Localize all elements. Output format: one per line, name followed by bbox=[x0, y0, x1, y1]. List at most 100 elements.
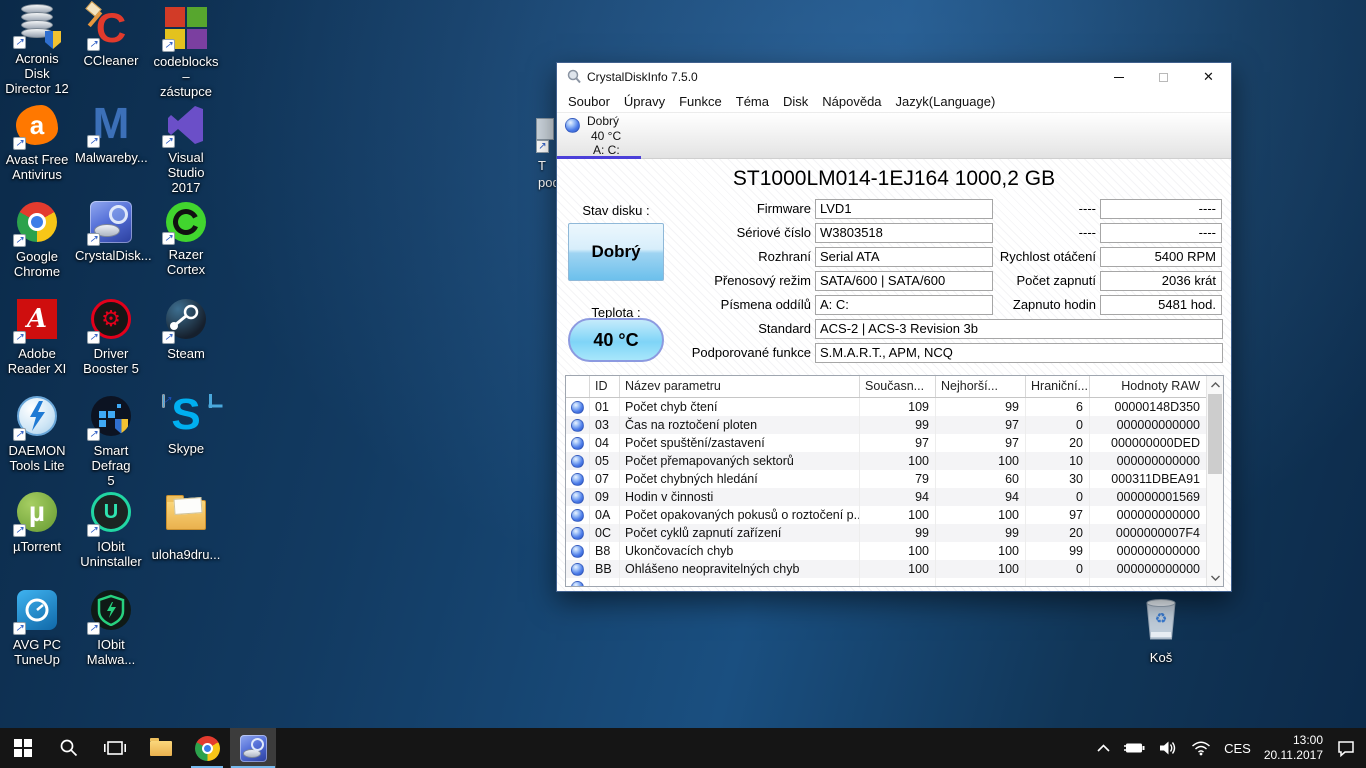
avast-icon: a↗ bbox=[13, 105, 61, 149]
desktop-icon-avast[interactable]: a↗ Avast Free Antivirus bbox=[1, 103, 73, 183]
battery-charging-icon bbox=[1123, 741, 1145, 755]
smart-row[interactable]: 04Počet spuštění/zastavení97972000000000… bbox=[566, 434, 1223, 452]
icon-label: Acronis Disk Director 12 bbox=[1, 52, 73, 97]
desktop-icon-acronis[interactable]: ↗ Acronis Disk Director 12 bbox=[1, 6, 73, 97]
smart-row[interactable]: 01Počet chyb čtení10999600000148D350 bbox=[566, 398, 1223, 416]
minimize-button[interactable] bbox=[1096, 63, 1141, 91]
health-dot-icon bbox=[571, 491, 584, 504]
recycle-bin[interactable]: ♻ Koš bbox=[1130, 596, 1192, 666]
start-button[interactable] bbox=[0, 728, 46, 768]
col-current[interactable]: Současn... bbox=[860, 376, 936, 397]
desktop-icon-folder-uloha9dru[interactable]: uloha9dru... bbox=[150, 490, 222, 563]
desktop-icon-ccleaner[interactable]: C↗ CCleaner bbox=[75, 6, 147, 69]
task-view-button[interactable] bbox=[92, 728, 138, 768]
smart-row[interactable]: 05Počet přemapovaných sektorů10010010000… bbox=[566, 452, 1223, 470]
desktop-icon-smart-defrag[interactable]: ↗ Smart Defrag 5 bbox=[75, 394, 147, 489]
desktop-icon-steam[interactable]: ↗ Steam bbox=[150, 297, 222, 362]
menu-upravy[interactable]: Úpravy bbox=[617, 94, 672, 109]
razer-cortex-icon: ↗ bbox=[162, 200, 210, 244]
clock-time: 13:00 bbox=[1293, 733, 1323, 748]
maximize-button[interactable] bbox=[1141, 63, 1186, 91]
col-threshold[interactable]: Hraniční... bbox=[1026, 376, 1090, 397]
search-button[interactable] bbox=[46, 728, 92, 768]
desktop-icon-iobit-uninstaller[interactable]: U↗ IObit Uninstaller bbox=[75, 490, 147, 570]
close-button[interactable]: ✕ bbox=[1186, 63, 1231, 91]
menu-napoveda[interactable]: Nápověda bbox=[815, 94, 888, 109]
clock-date: 20.11.2017 bbox=[1264, 748, 1323, 763]
shortcut-arrow-icon: ↗ bbox=[13, 428, 26, 441]
desktop-icon-utorrent[interactable]: µ↗ µTorrent bbox=[1, 490, 73, 555]
crystaldiskinfo-window: CrystalDiskInfo 7.5.0 ✕ Soubor Úpravy Fu… bbox=[556, 62, 1232, 592]
ccleaner-icon: C↗ bbox=[87, 6, 135, 50]
health-dot-icon bbox=[571, 401, 584, 414]
smart-row[interactable]: 09Hodin v činnosti94940000000001569 bbox=[566, 488, 1223, 506]
svg-text:♻: ♻ bbox=[1155, 610, 1168, 626]
chevron-up-icon bbox=[1097, 744, 1110, 753]
col-worst[interactable]: Nejhorší... bbox=[936, 376, 1026, 397]
smart-row-partial[interactable] bbox=[566, 578, 1223, 587]
scroll-down-icon[interactable] bbox=[1207, 569, 1223, 586]
avg-tuneup-icon: ↗ bbox=[13, 590, 61, 634]
shortcut-arrow-icon: ↗ bbox=[13, 234, 26, 247]
col-id[interactable]: ID bbox=[590, 376, 620, 397]
icon-label: Avast Free Antivirus bbox=[1, 153, 73, 183]
smart-row[interactable]: 07Počet chybných hledání796030000311DBEA… bbox=[566, 470, 1223, 488]
desktop-icon-malwarebytes[interactable]: M↗ Malwareby... bbox=[75, 103, 147, 166]
chrome-taskbar-button[interactable] bbox=[184, 728, 230, 768]
smart-row[interactable]: BBOhlášeno neopravitelných chyb100100000… bbox=[566, 560, 1223, 578]
chrome-icon bbox=[195, 736, 220, 761]
smart-row[interactable]: B8Ukončovacích chyb10010099000000000000 bbox=[566, 542, 1223, 560]
desktop-icon-codeblocks[interactable]: ↗ codeblocks – zástupce bbox=[150, 6, 222, 100]
col-name[interactable]: Název parametru bbox=[620, 376, 860, 397]
tray-expand-button[interactable] bbox=[1097, 744, 1110, 753]
power-on-hours-value: 5481 hod. bbox=[1100, 295, 1222, 315]
desktop-icon-iobit-malware-fighter[interactable]: ↗ IObit Malwa... bbox=[75, 588, 147, 668]
desktop-icon-avg-tuneup[interactable]: ↗ AVG PC TuneUp bbox=[1, 588, 73, 668]
health-dot-icon bbox=[571, 581, 584, 588]
tray-clock[interactable]: 13:00 20.11.2017 bbox=[1264, 733, 1323, 763]
features-value: S.M.A.R.T., APM, NCQ bbox=[815, 343, 1223, 363]
menu-jazyk[interactable]: Jazyk(Language) bbox=[889, 94, 1003, 109]
desktop-icon-visual-studio[interactable]: ↗ Visual Studio 2017 bbox=[150, 103, 222, 196]
scroll-thumb[interactable] bbox=[1208, 394, 1222, 474]
disk-selector-band[interactable]: Dobrý 40 °C A: C: bbox=[557, 113, 1231, 159]
desktop-icon-skype[interactable]: S↗ Skype bbox=[150, 394, 222, 457]
icon-label: CrystalDisk... bbox=[75, 249, 147, 264]
desktop-icon-daemon-tools[interactable]: ↗ DAEMON Tools Lite bbox=[1, 394, 73, 474]
file-explorer-button[interactable] bbox=[138, 728, 184, 768]
menu-disk[interactable]: Disk bbox=[776, 94, 815, 109]
col-raw[interactable]: Hodnoty RAW bbox=[1090, 376, 1206, 397]
desktop-icon-crystaldiskinfo[interactable]: ↗ CrystalDisk... bbox=[75, 200, 147, 264]
title-bar: CrystalDiskInfo 7.5.0 ✕ bbox=[557, 63, 1231, 91]
menu-soubor[interactable]: Soubor bbox=[561, 94, 617, 109]
desktop-icon-razer-cortex[interactable]: ↗ Razer Cortex bbox=[150, 200, 222, 278]
desktop-icon-driver-booster[interactable]: ⚙↗ Driver Booster 5 bbox=[75, 297, 147, 377]
icon-label: uloha9dru... bbox=[150, 548, 222, 563]
desktop-icon-chrome[interactable]: ↗ Google Chrome bbox=[1, 200, 73, 280]
volume-tray-icon[interactable] bbox=[1158, 740, 1178, 756]
field-label: Firmware bbox=[617, 199, 811, 219]
battery-tray-icon[interactable] bbox=[1123, 741, 1145, 755]
scroll-up-icon[interactable] bbox=[1207, 376, 1223, 393]
rotation-rate-value: 5400 RPM bbox=[1100, 247, 1222, 267]
field-label: Zapnuto hodin bbox=[937, 295, 1096, 315]
smart-row[interactable]: 0APočet opakovaných pokusů o roztočení p… bbox=[566, 506, 1223, 524]
smart-row[interactable]: 0CPočet cyklů zapnutí zařízení9999200000… bbox=[566, 524, 1223, 542]
iobit-uninstaller-icon: U↗ bbox=[87, 492, 135, 536]
desktop-icon-adobe-reader[interactable]: A↗ Adobe Reader XI bbox=[1, 297, 73, 377]
smart-row[interactable]: 03Čas na roztočení ploten999700000000000… bbox=[566, 416, 1223, 434]
crystaldiskinfo-taskbar-button[interactable] bbox=[230, 728, 276, 768]
health-indicator-icon bbox=[565, 118, 580, 133]
language-indicator[interactable]: CES bbox=[1224, 741, 1251, 756]
shortcut-arrow-icon: ↗ bbox=[162, 331, 175, 344]
menu-tema[interactable]: Téma bbox=[729, 94, 776, 109]
icon-label: Malwareby... bbox=[75, 151, 147, 166]
icon-label: Razer Cortex bbox=[150, 248, 222, 278]
disk-selector-text: Dobrý 40 °C A: C: bbox=[587, 114, 621, 158]
menu-funkce[interactable]: Funkce bbox=[672, 94, 729, 109]
table-scrollbar[interactable] bbox=[1206, 376, 1223, 586]
steam-icon: ↗ bbox=[162, 299, 210, 343]
action-center-button[interactable] bbox=[1336, 739, 1356, 757]
wifi-tray-icon[interactable] bbox=[1191, 741, 1211, 756]
shortcut-arrow-icon: ↗ bbox=[536, 140, 549, 153]
